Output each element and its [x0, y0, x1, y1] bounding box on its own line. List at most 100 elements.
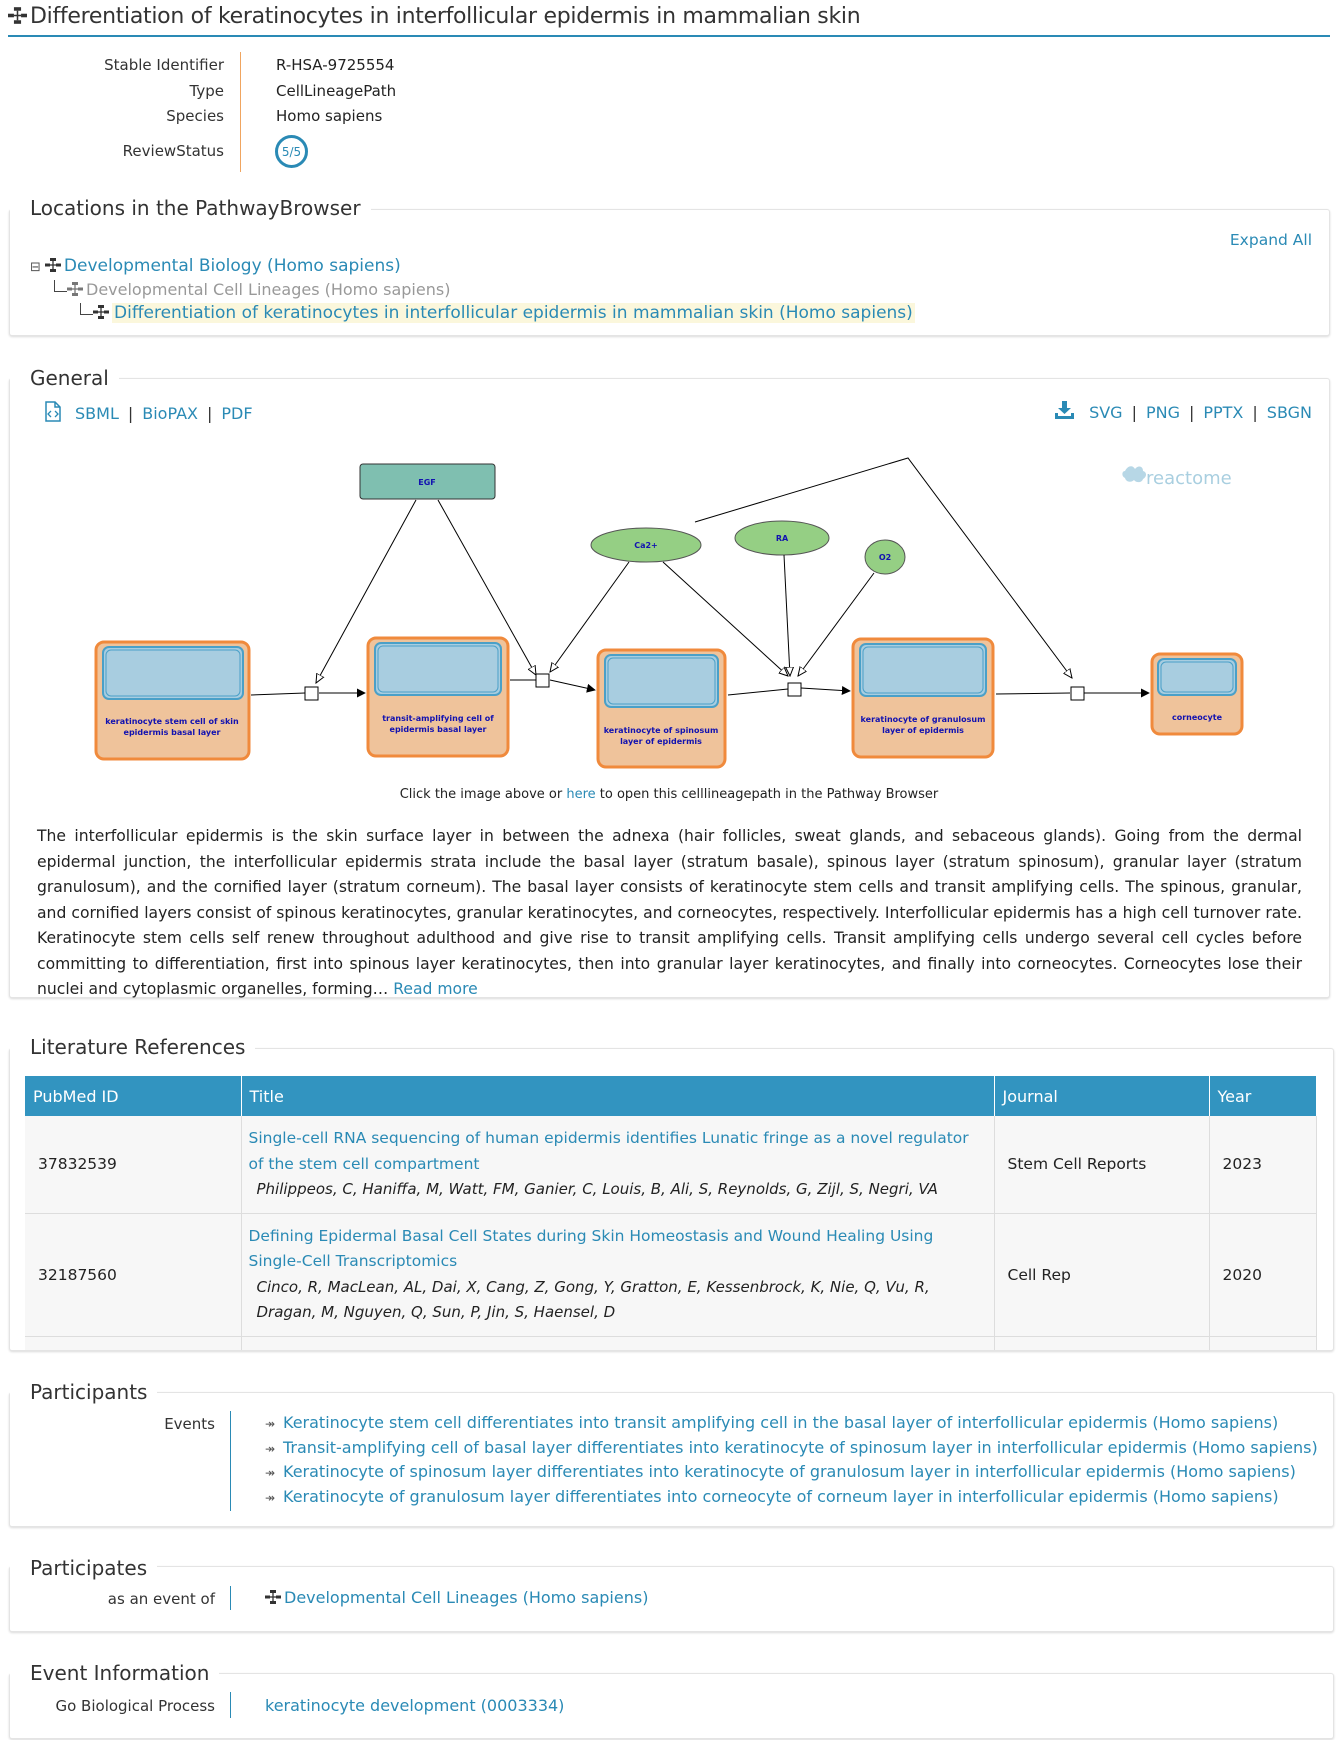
pdf-link[interactable]: PDF: [221, 404, 252, 423]
column-header-year[interactable]: Year: [1209, 1076, 1317, 1116]
review-status-badge: 5/5: [275, 135, 308, 168]
pathway-icon: [93, 305, 109, 319]
tree-connector: [54, 280, 67, 292]
column-header-pubmed[interactable]: PubMed ID: [25, 1076, 242, 1116]
cell-node-granulosum[interactable]: keratinocyte of granulosum layer of epid…: [851, 637, 995, 759]
svg-text:keratinocyte of spinosum: keratinocyte of spinosum: [604, 726, 719, 735]
entity-ra[interactable]: RA: [734, 520, 830, 556]
tree-label-developmental-cell-lineages[interactable]: Developmental Cell Lineages (Homo sapien…: [86, 280, 450, 299]
svg-text:epidermis basal layer: epidermis basal layer: [390, 725, 487, 734]
table-header-row: PubMed ID Title Journal Year: [25, 1076, 1317, 1116]
participates-divider: [230, 1586, 231, 1610]
event-link[interactable]: Keratinocyte of spinosum layer different…: [283, 1462, 1296, 1481]
parent-event-item[interactable]: Developmental Cell Lineages (Homo sapien…: [265, 1588, 648, 1607]
entity-egf[interactable]: EGF: [359, 463, 496, 500]
tree-connector: [80, 303, 93, 315]
reaction-icon: ↠: [265, 1466, 276, 1480]
diagram-caption: Click the image above or here to open th…: [0, 787, 1338, 802]
species-label: Species: [166, 107, 224, 125]
type-label: Type: [189, 82, 224, 100]
code-file-icon: [45, 401, 61, 422]
svg-text:reactome: reactome: [1146, 468, 1232, 489]
png-link[interactable]: PNG: [1146, 403, 1180, 422]
entity-o2[interactable]: O2: [864, 539, 906, 575]
table-row: 37832539 Single-cell RNA sequencing of h…: [25, 1116, 1317, 1214]
separator: |: [1252, 403, 1258, 422]
cell-node-spinosum[interactable]: keratinocyte of spinosum layer of epider…: [596, 648, 727, 769]
pathway-diagram[interactable]: reactome keratinocyte stem cell of skin …: [40, 440, 1300, 780]
parent-event-link[interactable]: Developmental Cell Lineages (Homo sapien…: [284, 1588, 648, 1607]
go-process-label: Go Biological Process: [55, 1697, 215, 1715]
sbgn-link[interactable]: SBGN: [1267, 403, 1312, 422]
pptx-link[interactable]: PPTX: [1203, 403, 1243, 422]
tree-item-developmental-biology[interactable]: ⊟ Developmental Biology (Homo sapiens): [30, 256, 401, 276]
caption-text-before: Click the image above or: [399, 787, 563, 802]
general-legend: General: [10, 366, 119, 390]
list-item[interactable]: ↠ Transit-amplifying cell of basal layer …: [265, 1438, 1318, 1463]
svg-text:O2: O2: [879, 553, 891, 562]
literature-legend: Literature References: [10, 1035, 256, 1059]
reference-title-link[interactable]: Single-cell RNA sequencing of human epid…: [249, 1126, 980, 1177]
title-underline: [8, 35, 1330, 37]
collapse-icon[interactable]: ⊟: [30, 260, 41, 275]
pathway-icon: [8, 7, 27, 24]
events-list: ↠ Keratinocyte stem cell differentiates i…: [265, 1413, 1318, 1511]
tree-link-developmental-biology[interactable]: Developmental Biology (Homo sapiens): [64, 256, 401, 276]
sbml-link[interactable]: SBML: [75, 404, 119, 423]
pathway-description: The interfollicular epidermis is the ski…: [37, 824, 1302, 1003]
reference-authors: Cinco, R, MacLean, AL, Dai, X, Cang, Z, …: [256, 1277, 930, 1322]
download-left: SBML | BioPAX | PDF: [43, 401, 253, 423]
svg-text:transit-amplifying cell of: transit-amplifying cell of: [382, 714, 494, 723]
stable-identifier-value: R-HSA-9725554: [276, 56, 395, 74]
reaction-icon: ↠: [265, 1490, 276, 1505]
column-header-journal[interactable]: Journal: [994, 1076, 1210, 1116]
year-cell: 2023: [1209, 1116, 1317, 1214]
cell-node-corneocyte[interactable]: corneocyte: [1150, 652, 1244, 736]
event-link[interactable]: Keratinocyte stem cell differentiates in…: [283, 1413, 1278, 1432]
title-cell: Single-cell RNA sequencing of human epid…: [241, 1116, 995, 1214]
separator: |: [1131, 403, 1137, 422]
cell-node-transit[interactable]: transit-amplifying cell of epidermis bas…: [366, 636, 510, 758]
svg-text:layer of epidermis: layer of epidermis: [882, 726, 964, 735]
title-cell: Defining Epidermal Basal Cell States dur…: [241, 1213, 995, 1337]
biopax-link[interactable]: BioPAX: [142, 404, 198, 423]
type-value: CellLineagePath: [276, 82, 397, 100]
go-process-link[interactable]: keratinocyte development (0003334): [265, 1696, 564, 1715]
download-icon: [1055, 401, 1075, 419]
entity-ca2[interactable]: Ca2+: [590, 527, 702, 563]
event-link[interactable]: Transit-amplifying cell of basal layer d…: [283, 1438, 1318, 1457]
reference-authors: Philippeos, C, Haniffa, M, Watt, FM, Gan…: [256, 1180, 938, 1198]
table-row-clipped: [25, 1336, 1317, 1350]
separator: |: [127, 404, 134, 423]
locations-legend: Locations in the PathwayBrowser: [10, 196, 371, 220]
events-label: Events: [164, 1415, 215, 1433]
svg-text:corneocyte: corneocyte: [1172, 713, 1223, 722]
svg-text:layer of epidermis: layer of epidermis: [620, 737, 702, 746]
svg-link[interactable]: SVG: [1089, 403, 1123, 422]
read-more-link[interactable]: Read more: [393, 980, 478, 998]
stable-identifier-label: Stable Identifier: [104, 56, 224, 74]
list-item[interactable]: ↠ Keratinocyte stem cell differentiates i…: [265, 1413, 1318, 1438]
tree-link-current-pathway[interactable]: Differentiation of keratinocytes in inte…: [112, 303, 915, 323]
caption-text-after: to open this celllineagepath in the Path…: [599, 787, 939, 802]
expand-all-link[interactable]: Expand All: [1230, 231, 1312, 249]
pathway-icon: [67, 282, 83, 296]
svg-text:Ca2+: Ca2+: [634, 541, 658, 550]
event-info-legend: Event Information: [10, 1661, 220, 1685]
svg-text:keratinocyte of granulosum: keratinocyte of granulosum: [861, 715, 986, 724]
tree-item-developmental-cell-lineages[interactable]: Developmental Cell Lineages (Homo sapien…: [54, 280, 450, 299]
reference-title-link[interactable]: Defining Epidermal Basal Cell States dur…: [249, 1224, 980, 1275]
event-info-divider: [230, 1692, 231, 1718]
participates-legend: Participates: [10, 1556, 158, 1580]
pathway-icon: [45, 258, 61, 272]
literature-table: PubMed ID Title Journal Year 37832539 Si…: [25, 1076, 1317, 1350]
column-header-title[interactable]: Title: [241, 1076, 995, 1116]
event-link[interactable]: Keratinocyte of granulosum layer differe…: [283, 1487, 1279, 1506]
reactome-watermark: reactome: [1122, 466, 1232, 489]
list-item[interactable]: ↠ Keratinocyte of spinosum layer differen…: [265, 1462, 1318, 1487]
list-item[interactable]: ↠ Keratinocyte of granulosum layer differ…: [265, 1487, 1318, 1512]
cell-node-stem[interactable]: keratinocyte stem cell of skin epidermis…: [94, 640, 251, 761]
tree-item-current-pathway[interactable]: Differentiation of keratinocytes in inte…: [80, 303, 915, 323]
participants-legend: Participants: [10, 1380, 158, 1404]
caption-here-link[interactable]: here: [566, 787, 595, 802]
